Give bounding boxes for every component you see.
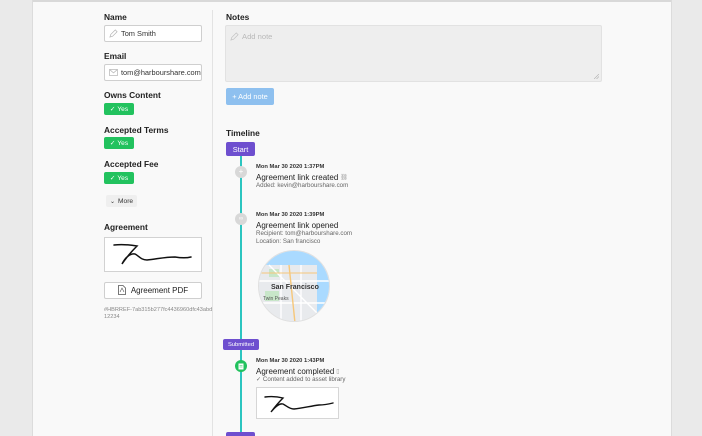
- event-title: Agreement link created ⛓: [256, 173, 348, 182]
- pencil-icon: [230, 32, 239, 43]
- column-divider: [212, 10, 213, 436]
- event-date: Mon Mar 30 2020 1:37PM: [256, 164, 325, 170]
- next-badge-partial: [226, 432, 255, 436]
- link-icon: ⛓: [340, 175, 348, 181]
- timeline-node-plus: +: [235, 166, 247, 178]
- accepted-fee-badge: ✓ Yes: [104, 172, 134, 184]
- notes-label: Notes: [226, 12, 250, 22]
- check-icon: ✓: [109, 175, 116, 182]
- check-icon: ✓: [109, 106, 116, 113]
- owns-content-badge: ✓ Yes: [104, 103, 134, 115]
- chevron-down-icon: ⌄: [110, 198, 116, 205]
- signature-preview: [104, 237, 202, 272]
- envelope-icon: [105, 69, 121, 76]
- accepted-terms-badge: ✓ Yes: [104, 137, 134, 149]
- link-icon: ∞: [238, 216, 244, 222]
- map-area-label: Twin Peaks: [263, 296, 289, 302]
- accepted-fee-label: Accepted Fee: [104, 159, 159, 169]
- agreement-reference: #HBRREF-7ab315b277fc4436960dfc43abd12234: [104, 307, 213, 320]
- event-title: Agreement completed ▯: [256, 367, 340, 376]
- resize-handle-icon[interactable]: [594, 74, 599, 79]
- timeline-label: Timeline: [226, 128, 260, 138]
- owns-content-label: Owns Content: [104, 90, 161, 100]
- name-field[interactable]: Tom Smith: [104, 25, 202, 42]
- event-date: Mon Mar 30 2020 1:39PM: [256, 212, 325, 218]
- agreement-pdf-label: Agreement PDF: [130, 286, 189, 295]
- start-badge: Start: [226, 142, 255, 156]
- accepted-terms-label: Accepted Terms: [104, 125, 169, 135]
- completed-signature-preview: [256, 387, 339, 419]
- location-map[interactable]: San Francisco Twin Peaks: [258, 250, 330, 322]
- more-label: More: [118, 197, 134, 205]
- panel-top-border: [33, 0, 671, 2]
- map-city-label: San Francisco: [271, 284, 319, 291]
- timeline-line: [240, 155, 242, 436]
- document-icon: [238, 357, 244, 375]
- signature-drawing: [264, 395, 334, 413]
- event-detail: Added: kevin@harbourshare.com: [256, 182, 349, 189]
- notes-textarea[interactable]: Add note: [225, 25, 602, 82]
- agreement-pdf-button[interactable]: Agreement PDF: [104, 282, 202, 299]
- pdf-file-icon: [117, 284, 126, 297]
- plus-icon: +: [238, 167, 244, 176]
- document-icon: ▯: [336, 369, 340, 375]
- name-value: Tom Smith: [121, 29, 156, 38]
- event-detail: ✓ Content added to asset library: [256, 376, 346, 383]
- check-icon: ✓: [109, 140, 116, 147]
- email-field[interactable]: tom@harbourshare.com: [104, 64, 202, 81]
- add-note-button[interactable]: + Add note: [226, 88, 274, 105]
- email-value: tom@harbourshare.com: [121, 68, 201, 77]
- event-date: Mon Mar 30 2020 1:43PM: [256, 358, 325, 364]
- name-label: Name: [104, 12, 127, 22]
- email-label: Email: [104, 51, 127, 61]
- more-toggle[interactable]: ⌄ More: [106, 195, 138, 207]
- event-detail: Location: San francisco: [256, 238, 321, 245]
- event-title: Agreement link opened: [256, 221, 339, 230]
- agreement-label: Agreement: [104, 222, 148, 232]
- signature-drawing: [113, 243, 192, 265]
- timeline-node-document: [235, 360, 247, 372]
- timeline-node-link: ∞: [235, 213, 247, 225]
- pencil-icon: [105, 29, 121, 38]
- notes-placeholder: Add note: [242, 32, 273, 41]
- event-detail: Recipient: tom@harbourshare.com: [256, 230, 353, 237]
- submitted-badge: Submitted: [223, 339, 259, 350]
